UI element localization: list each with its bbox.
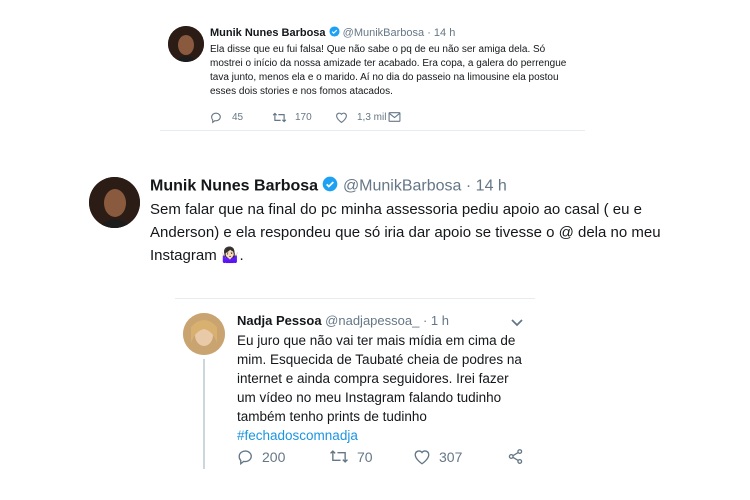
- reply-button[interactable]: 45: [210, 111, 243, 124]
- reply-icon: [210, 111, 223, 124]
- dm-icon: [388, 111, 401, 123]
- retweet-button[interactable]: 170: [272, 111, 312, 124]
- reply-count: 45: [232, 112, 244, 123]
- reply-count: 200: [262, 449, 286, 465]
- tweet-munik-1[interactable]: Munik Nunes Barbosa @MunikBarbosa · 14 h…: [160, 18, 585, 131]
- avatar[interactable]: [168, 26, 204, 62]
- like-button[interactable]: 1,3 mil: [335, 111, 386, 124]
- like-icon: [335, 111, 348, 124]
- retweet-icon: [329, 448, 349, 465]
- reply-button[interactable]: 200: [237, 448, 285, 466]
- retweet-icon: [272, 111, 287, 124]
- author-name[interactable]: Munik Nunes Barbosa: [210, 27, 326, 39]
- thread-line: [203, 359, 205, 469]
- tweet-header: Munik Nunes Barbosa @MunikBarbosa · 14 h: [150, 176, 507, 197]
- avatar[interactable]: [89, 177, 140, 228]
- avatar[interactable]: [183, 313, 225, 355]
- verified-icon: [322, 176, 338, 197]
- tweet-actions: 45 170 1,3 mil: [210, 111, 570, 125]
- tweet-time[interactable]: · 14 h: [466, 178, 507, 195]
- tweet-text: Sem falar que na final do pc minha asses…: [150, 198, 670, 267]
- retweet-count: 70: [357, 448, 373, 465]
- like-button[interactable]: 307: [413, 448, 462, 466]
- tweet-header: Munik Nunes Barbosa @MunikBarbosa · 14 h: [210, 26, 455, 40]
- tweet-header: Nadja Pessoa @nadjapessoa_ · 1 h: [237, 313, 449, 328]
- share-button[interactable]: [507, 448, 524, 465]
- reply-icon: [237, 448, 255, 466]
- tweet-text-main: Eu juro que não vai ter mais mídia em ci…: [237, 333, 522, 424]
- tweet-nadja[interactable]: Nadja Pessoa @nadjapessoa_ · 1 h Eu juro…: [175, 298, 535, 499]
- like-icon: [413, 448, 431, 466]
- like-count: 1,3 mil: [357, 112, 387, 123]
- verified-icon: [329, 26, 340, 40]
- author-handle[interactable]: @nadjapessoa_: [325, 313, 419, 328]
- tweet-text: Eu juro que não vai ter mais mídia em ci…: [237, 331, 527, 445]
- tweet-munik-2[interactable]: Munik Nunes Barbosa @MunikBarbosa · 14 h…: [80, 168, 680, 278]
- author-name[interactable]: Munik Nunes Barbosa: [150, 178, 318, 195]
- author-name[interactable]: Nadja Pessoa: [237, 313, 322, 328]
- tweet-text: Ela disse que eu fui falsa! Que não sabe…: [210, 44, 567, 97]
- like-count: 307: [439, 449, 463, 465]
- woman-shrugging-emoji: 🤷🏻‍♀️.: [216, 247, 244, 264]
- retweet-count: 170: [295, 112, 312, 123]
- author-handle[interactable]: @MunikBarbosa: [343, 27, 424, 39]
- tweet-time[interactable]: · 1 h: [423, 313, 449, 328]
- tweet-actions: 200 70 307: [237, 448, 527, 466]
- author-handle[interactable]: @MunikBarbosa: [343, 178, 462, 195]
- caret-down-icon[interactable]: [511, 314, 523, 332]
- dm-button[interactable]: [388, 111, 401, 123]
- share-icon: [507, 448, 524, 465]
- tweet-time[interactable]: · 14 h: [427, 27, 455, 39]
- hashtag-link[interactable]: #fechadoscomnadja: [237, 428, 358, 443]
- retweet-button[interactable]: 70: [329, 448, 373, 465]
